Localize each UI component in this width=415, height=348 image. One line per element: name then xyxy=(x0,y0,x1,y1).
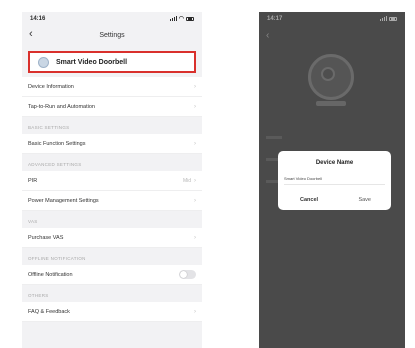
status-icons xyxy=(380,16,397,21)
offline-notification-toggle[interactable] xyxy=(179,270,196,279)
status-time: 14:16 xyxy=(30,15,46,22)
status-bar: 14:17 xyxy=(259,12,405,25)
row-label: Tap-to-Run and Automation xyxy=(28,103,95,110)
page-title: Settings xyxy=(99,31,125,39)
battery-icon xyxy=(389,16,397,21)
dialog-title: Device Name xyxy=(315,160,354,166)
cancel-button[interactable]: Cancel xyxy=(300,197,318,203)
row-label: Offline Notification xyxy=(28,271,73,278)
section-header-others: OTHERS xyxy=(28,293,49,298)
row-label: Device Information xyxy=(28,83,74,90)
section-header-basic: BASIC SETTINGS xyxy=(28,125,70,130)
status-bar: 14:16 ◠ xyxy=(22,12,202,25)
battery-icon xyxy=(186,16,194,21)
dimmed-row-placeholder xyxy=(266,158,278,161)
signal-icon xyxy=(380,16,387,21)
dimmed-row-placeholder xyxy=(266,136,282,139)
device-name-row[interactable]: Smart Video Doorbell xyxy=(28,51,196,73)
row-value: Mid xyxy=(182,177,191,184)
nav-bar: ‹ Settings xyxy=(22,25,202,45)
device-name: Smart Video Doorbell xyxy=(56,58,128,66)
chevron-right-icon: › xyxy=(194,197,196,204)
signal-icon xyxy=(169,16,177,21)
row-label: Power Management Settings xyxy=(28,197,99,204)
back-icon[interactable]: ‹ xyxy=(29,29,33,40)
chevron-right-icon: › xyxy=(194,103,196,110)
row-label: Purchase VAS xyxy=(28,234,64,241)
device-name-input[interactable]: Smart Video Doorbell xyxy=(284,176,322,181)
row-power-management[interactable]: Power Management Settings › xyxy=(22,191,202,211)
row-basic-function-settings[interactable]: Basic Function Settings › xyxy=(22,134,202,154)
section-header-offline: OFFLINE NOTIFICATION xyxy=(28,256,86,261)
settings-screen: 14:16 ◠ ‹ Settings Smart Video Doorbell … xyxy=(22,12,202,348)
device-icon xyxy=(38,56,49,68)
status-icons: ◠ xyxy=(169,15,194,22)
camera-device-icon xyxy=(308,54,354,110)
row-label: FAQ & Feedback xyxy=(28,308,70,315)
row-purchase-vas[interactable]: Purchase VAS › xyxy=(22,228,202,248)
chevron-right-icon: › xyxy=(194,177,196,184)
wifi-icon: ◠ xyxy=(178,16,184,22)
row-tap-to-run[interactable]: Tap-to-Run and Automation › xyxy=(22,97,202,117)
input-underline xyxy=(284,184,385,185)
rename-device-screen: 14:17 ‹ Device Name Smart Video Doorbell… xyxy=(259,12,405,348)
chevron-right-icon: › xyxy=(194,308,196,315)
save-button[interactable]: Save xyxy=(358,197,371,203)
row-faq-feedback[interactable]: FAQ & Feedback › xyxy=(22,302,202,322)
row-pir[interactable]: PIR Mid › xyxy=(22,171,202,191)
section-header-vas: VAS xyxy=(28,219,38,224)
row-device-information[interactable]: Device Information › xyxy=(22,77,202,97)
chevron-right-icon: › xyxy=(194,83,196,90)
row-label: PIR xyxy=(28,177,38,184)
chevron-right-icon: › xyxy=(194,140,196,147)
back-icon[interactable]: ‹ xyxy=(266,30,269,41)
status-time: 14:17 xyxy=(267,15,283,22)
row-offline-notification: Offline Notification xyxy=(22,265,202,285)
chevron-right-icon: › xyxy=(194,234,196,241)
section-header-advanced: ADVANCED SETTINGS xyxy=(28,162,82,167)
device-name-dialog: Device Name Smart Video Doorbell Cancel … xyxy=(278,151,391,210)
row-label: Basic Function Settings xyxy=(28,140,86,147)
dimmed-row-placeholder xyxy=(266,180,278,183)
